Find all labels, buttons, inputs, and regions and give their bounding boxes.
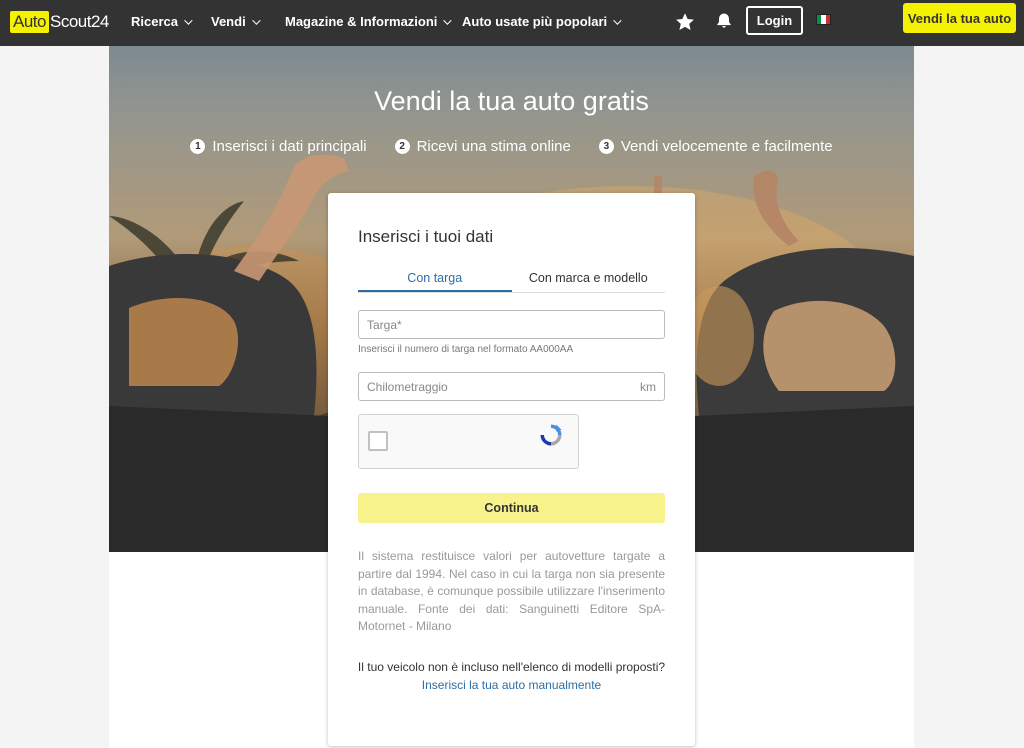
nav-menu-vendi[interactable]: Vendi [211, 14, 261, 29]
chevron-down-icon [251, 15, 261, 25]
step-label: Ricevi una stima online [416, 138, 571, 155]
mileage-placeholder: Chilometraggio [367, 379, 448, 394]
step-number: 2 [394, 139, 410, 154]
nav-menu-ricerca[interactable]: Ricerca [131, 14, 193, 29]
sell-your-car-button[interactable]: Vendi la tua auto [903, 3, 1016, 33]
tab-con-marca-e-modello[interactable]: Con marca e modello [512, 265, 666, 292]
hero-steps: 1 Inserisci i dati principali 2 Ricevi u… [109, 138, 914, 155]
star-icon[interactable] [674, 11, 696, 33]
missing-model-question: Il tuo veicolo non è incluso nell'elenco… [357, 660, 666, 674]
continue-button[interactable]: Continua [358, 493, 665, 523]
form-tabs: Con targa Con marca e modello [358, 265, 665, 293]
recaptcha-widget [358, 414, 579, 469]
logo-scout-text: Scout24 [49, 12, 109, 31]
step-label: Vendi velocemente e facilmente [620, 138, 833, 155]
form-title: Inserisci i tuoi dati [358, 227, 494, 246]
plate-input[interactable]: Targa* [358, 310, 665, 339]
hero-title: Vendi la tua auto gratis [374, 86, 649, 116]
step-number: 3 [598, 139, 614, 154]
manual-entry-link[interactable]: Inserisci la tua auto manualmente [348, 678, 675, 692]
recaptcha-checkbox[interactable] [368, 431, 388, 451]
mileage-unit: km [640, 380, 656, 394]
tab-con-targa[interactable]: Con targa [358, 265, 512, 292]
nav-menu-popular-cars[interactable]: Auto usate più popolari [462, 14, 622, 29]
mileage-input[interactable]: Chilometraggio km [358, 372, 665, 401]
nav-menu-label: Vendi [211, 14, 246, 29]
bell-icon[interactable] [714, 11, 736, 33]
nav-menu-label: Magazine & Informazioni [285, 14, 438, 29]
nav-menu-magazine[interactable]: Magazine & Informazioni [285, 14, 453, 29]
top-navbar: Auto Scout24 Ricerca Vendi Magazine & Inf… [0, 0, 1024, 46]
autoscout24-logo[interactable]: Auto Scout24 [10, 11, 109, 33]
chevron-down-icon [613, 15, 622, 25]
chevron-down-icon [184, 15, 193, 25]
italy-flag-icon[interactable] [816, 14, 831, 25]
vehicle-data-form-card: Inserisci i tuoi dati Con targa Con marc… [328, 193, 695, 746]
plate-hint: Inserisci il numero di targa nel formato… [358, 344, 574, 355]
hero-step-1: 1 Inserisci i dati principali [190, 138, 367, 155]
chevron-down-icon [443, 15, 453, 25]
hero-step-3: 3 Vendi velocemente e facilmente [598, 138, 833, 155]
step-number: 1 [190, 139, 206, 154]
plate-placeholder: Targa* [367, 317, 402, 332]
data-source-disclaimer: Il sistema restituisce valori per autove… [358, 549, 665, 633]
step-label: Inserisci i dati principali [212, 138, 367, 155]
hero-step-2: 2 Ricevi una stima online [394, 138, 571, 155]
nav-menu-label: Ricerca [131, 14, 178, 29]
login-button[interactable]: Login [746, 6, 803, 35]
logo-auto-text: Auto [10, 11, 49, 33]
nav-menu-label: Auto usate più popolari [462, 14, 608, 29]
recaptcha-icon [540, 424, 562, 446]
